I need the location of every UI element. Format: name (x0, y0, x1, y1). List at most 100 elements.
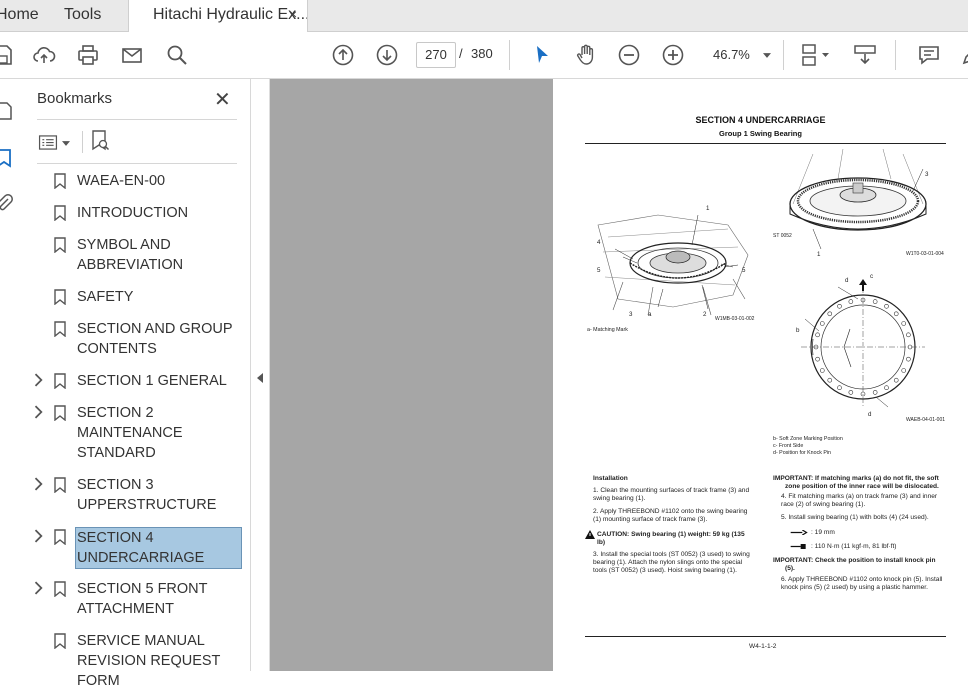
bookmarks-title: Bookmarks (37, 90, 113, 107)
collapse-panel-icon[interactable] (257, 373, 263, 383)
bookmark-label: SERVICE MANUAL REVISION REQUEST FORM (77, 631, 245, 691)
hand-tool-icon[interactable] (572, 41, 600, 69)
bolt-hole (872, 299, 878, 304)
tab-home[interactable]: Home (0, 0, 38, 31)
expand-chevron-icon[interactable] (33, 477, 45, 491)
page-number-input[interactable]: 270 (416, 42, 456, 68)
expand-chevron-icon[interactable] (33, 529, 45, 543)
search-icon[interactable] (163, 41, 191, 69)
zoom-out-icon[interactable] (615, 41, 643, 69)
callout-4: 4 (597, 239, 601, 246)
bolt-hole (819, 321, 825, 326)
page-thumbnails-icon[interactable] (0, 101, 14, 121)
navigation-rail (0, 79, 23, 671)
toolbar-divider (783, 40, 784, 70)
bolt-hole (848, 390, 854, 395)
bookmark-label-line: SECTION 5 FRONT (77, 581, 208, 597)
tab-document[interactable]: Hitachi Hydraulic Ex... × (128, 0, 308, 32)
expand-chevron-icon[interactable] (33, 581, 45, 595)
tab-bar: Home Tools Hitachi Hydraulic Ex... × (0, 0, 968, 32)
callout-1-top: 1 (817, 251, 821, 258)
bookmark-label: SECTION 3 UPPERSTRUCTURE (77, 475, 245, 515)
email-icon[interactable] (118, 41, 146, 69)
bookmark-options-button[interactable] (36, 131, 72, 153)
callout-a: a (648, 311, 652, 318)
bolt-hole (906, 356, 911, 362)
bolt-hole (837, 385, 842, 391)
page-number: W4-1-1-2 (749, 643, 777, 650)
comment-icon[interactable] (915, 41, 943, 69)
bookmark-label: SECTION AND GROUP CONTENTS (77, 319, 245, 359)
scroll-mode-icon[interactable] (851, 41, 879, 69)
step-4-line-2: race (2) of swing bearing (1). (781, 501, 866, 508)
bolt-hole (893, 377, 899, 383)
bookmark-label-line: STANDARD (77, 445, 156, 461)
expand-chevron-icon[interactable] (33, 405, 45, 419)
bookmark-panel-icon[interactable] (0, 148, 14, 168)
close-tab-icon[interactable]: × (289, 0, 297, 29)
tab-tools[interactable]: Tools (64, 0, 124, 31)
callout-b: b (796, 327, 800, 334)
caution-line-2: lb) (597, 539, 606, 546)
bolt-hole (837, 303, 842, 309)
bolt-hole (901, 321, 907, 326)
step-6-line-2: knock pins (5) (2 used) by using a plast… (781, 584, 928, 591)
bookmark-label-line: UPPERSTRUCTURE (77, 497, 217, 513)
expand-chevron-icon[interactable] (33, 373, 45, 387)
warning-triangle-icon (585, 530, 595, 539)
page-layout-icon[interactable] (796, 41, 836, 69)
step-6-line-1: 6. Apply THREEBOND #1102 onto knock pin … (781, 576, 943, 583)
step-3-line-2: bearing (1). Attach the nylon slings ont… (593, 559, 743, 566)
step-3-line-1: 3. Install the special tools (ST 0052) (… (593, 551, 750, 558)
zoom-level-select[interactable]: 46.7% (702, 42, 788, 68)
bookmark-label-line: MAINTENANCE (77, 425, 183, 441)
important-1-line-1: IMPORTANT: If matching marks (a) do not … (773, 475, 939, 482)
toolbar-divider (82, 131, 83, 153)
save-icon[interactable] (0, 41, 16, 69)
step-2-line-1: 2. Apply THREEBOND #1102 onto the swing … (593, 508, 748, 515)
bookmark-label: SECTION 5 FRONT ATTACHMENT (77, 579, 245, 619)
tab-tools-label: Tools (64, 6, 102, 23)
callout-3-top: 3 (925, 171, 929, 178)
previous-page-icon[interactable] (329, 41, 357, 69)
bolt-hole (872, 390, 878, 395)
bolt-hole (893, 311, 899, 317)
step-2-line-2: (1) mounting surface of track frame (3). (593, 516, 708, 523)
zoom-in-icon[interactable] (659, 41, 687, 69)
bookmark-icon (54, 373, 66, 389)
close-panel-icon[interactable]: ✕ (214, 87, 231, 112)
bolt-hole (827, 311, 833, 317)
print-icon[interactable] (74, 41, 102, 69)
special-tool-label: ST 0052 (773, 233, 792, 239)
page-separator: / (459, 46, 463, 61)
bolt-hole (815, 332, 820, 338)
step-1-line-1: 1. Clean the mounting surfaces of track … (593, 487, 750, 494)
toolbar: 270 / 380 46.7% (0, 32, 968, 79)
step-3-line-3: tools (ST 0052) (3 used). Hoist swing be… (593, 567, 737, 574)
callout-c: c (870, 273, 874, 280)
bolt-hole (884, 385, 889, 391)
figure-note: a- Matching Mark (587, 327, 628, 333)
bolt-hole (848, 299, 854, 304)
select-cursor-icon[interactable] (528, 41, 556, 69)
bookmark-label-line: INTRODUCTION (77, 205, 189, 221)
zoom-level-value: 46.7% (713, 47, 750, 62)
bookmark-label-line: SECTION 1 GENERAL (77, 373, 227, 389)
bookmark-label: SYMBOL AND ABBREVIATION (77, 235, 245, 275)
attachment-icon[interactable] (0, 193, 14, 213)
upload-cloud-icon[interactable] (30, 41, 58, 69)
step-5: 5. Install swing bearing (1) with bolts … (781, 514, 929, 521)
document-viewer[interactable]: SECTION 4 UNDERCARRIAGE Group 1 Swing Be… (270, 79, 968, 671)
next-page-icon[interactable] (373, 41, 401, 69)
legend-d: d- Position for Knock Pin (773, 450, 831, 456)
bookmark-label-line: SERVICE MANUAL (77, 633, 205, 649)
chevron-down-icon (763, 53, 771, 58)
callout-5-right: 5 (742, 267, 746, 274)
bookmark-label-line: UNDERCARRIAGE (77, 550, 205, 566)
panel-splitter[interactable] (251, 79, 270, 671)
bookmark-label-line: REVISION REQUEST (77, 653, 221, 669)
bookmark-search-icon[interactable] (90, 130, 110, 152)
pen-icon[interactable] (958, 41, 968, 69)
bolt-hole (815, 356, 820, 362)
bookmark-icon (54, 321, 66, 337)
